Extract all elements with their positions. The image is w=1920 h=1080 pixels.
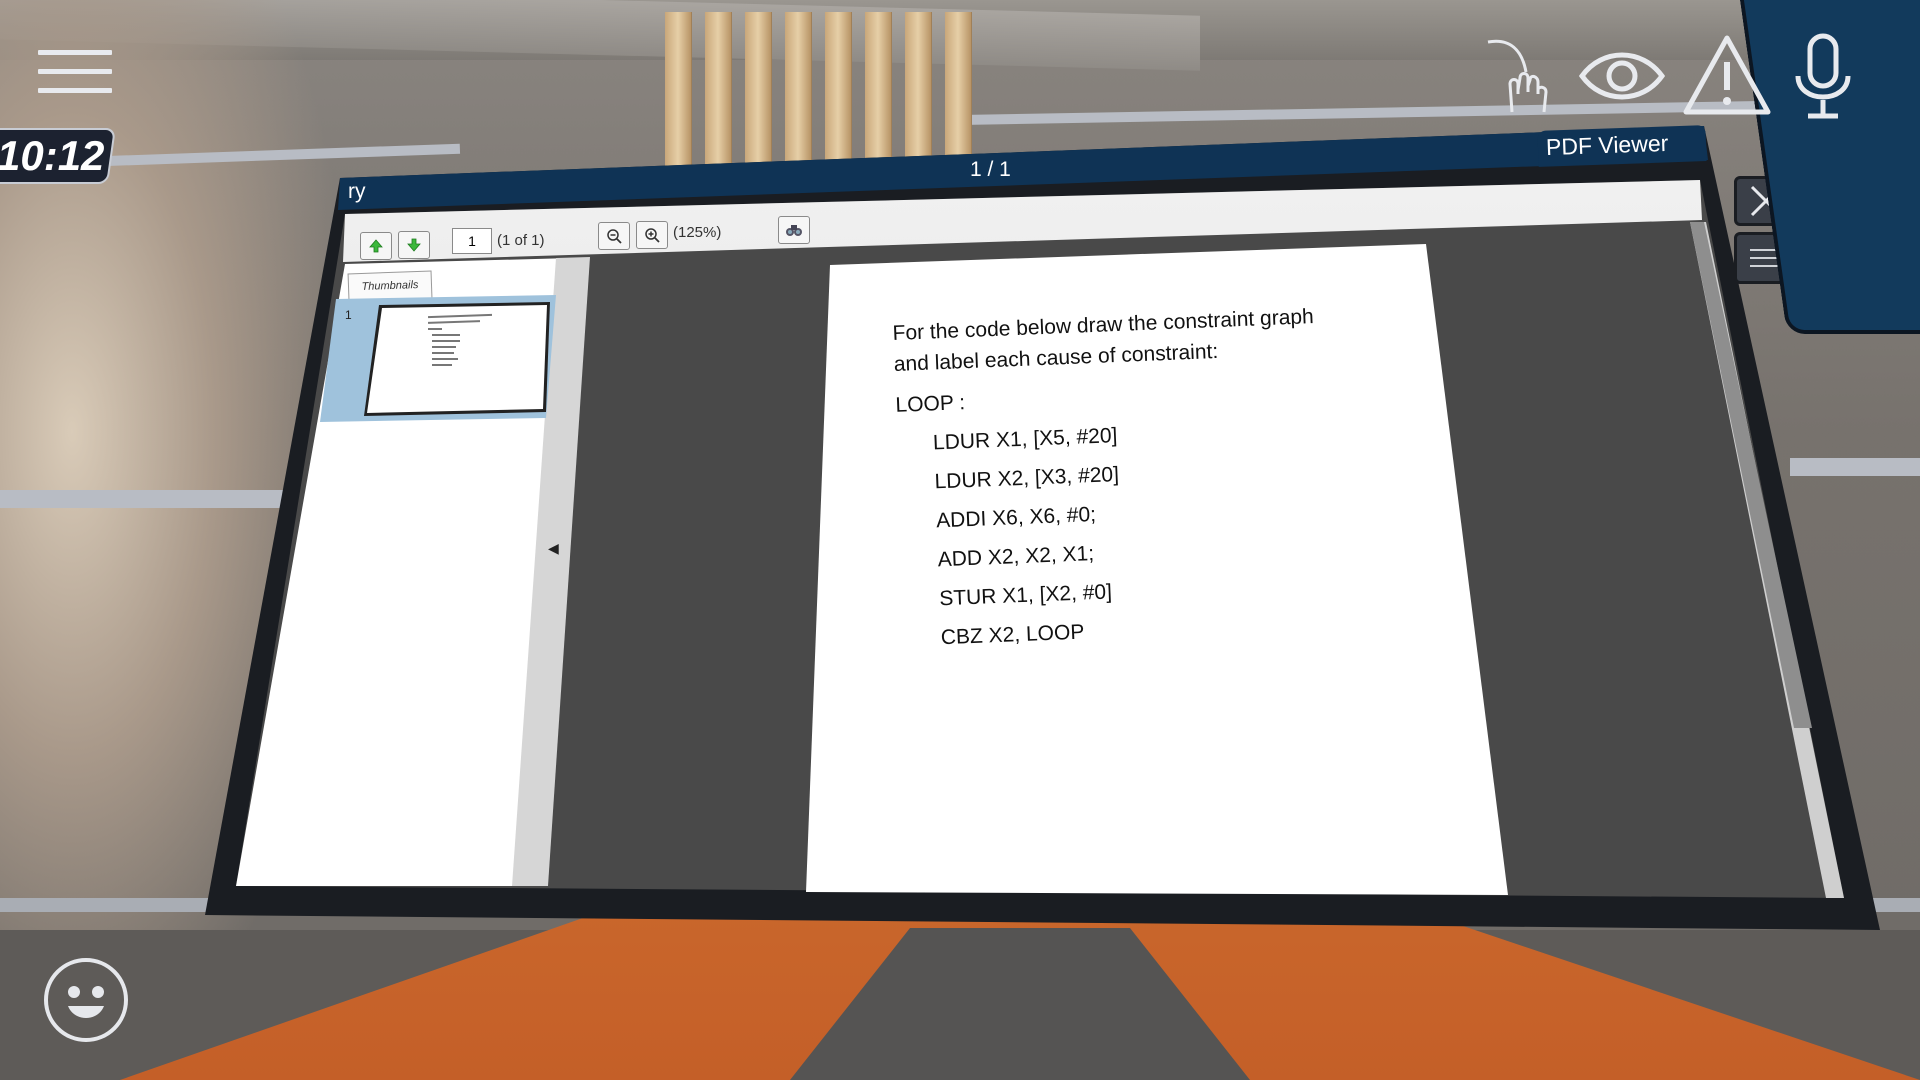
hand-raise-icon (1487, 39, 1548, 113)
zoom-level-label: (125%) (673, 224, 722, 241)
arrow-down-icon (407, 238, 421, 252)
previous-page-button[interactable] (360, 232, 392, 260)
slat (745, 12, 772, 172)
thumbnail-text-line (432, 352, 454, 354)
zoom-in-button[interactable] (636, 221, 668, 249)
pdf-window-title: ry (348, 180, 366, 203)
slat (905, 12, 932, 172)
thumbnail-text-line (432, 334, 460, 336)
page-number-input[interactable]: 1 (452, 228, 492, 254)
microphone-button[interactable] (1788, 32, 1858, 122)
clock-time: 10:12 (0, 132, 105, 179)
code-line: LDUR X1, [X5, #20] (932, 424, 1118, 455)
pdf-viewer-label: PDF Viewer (1545, 129, 1669, 161)
report-button[interactable] (1682, 32, 1772, 122)
zoom-out-button[interactable] (598, 222, 630, 250)
zoom-in-icon (645, 228, 660, 243)
warning-icon (1683, 35, 1771, 115)
tab-thumbnails[interactable]: Thumbnails (347, 270, 433, 301)
arrow-up-icon (369, 239, 383, 253)
slat (945, 12, 972, 172)
thumbnail-text-line (432, 346, 456, 348)
wall-rail-right (1790, 458, 1920, 476)
clock-badge: 10:12 (0, 128, 116, 184)
thumbnail-number: 1 (345, 308, 352, 322)
main-menu-button[interactable] (38, 50, 112, 100)
slat (825, 12, 852, 172)
collapse-sidebar-icon[interactable]: ◀ (548, 540, 559, 557)
code-line: ADD X2, X2, X1; (937, 542, 1095, 572)
zoom-out-icon (607, 229, 622, 244)
hand-raise-button[interactable] (1480, 32, 1560, 122)
thumbnail-text-line (432, 364, 452, 366)
page-count-label: (1 of 1) (497, 232, 545, 249)
pdf-page-indicator: 1 / 1 (970, 158, 1011, 181)
menu-icon-bar (38, 50, 112, 55)
code-line: LDUR X2, [X3, #20] (934, 463, 1120, 494)
binoculars-icon (786, 225, 802, 236)
emoji-icon (68, 986, 104, 1018)
eye-icon (1578, 52, 1666, 100)
thumbnail-text-line (432, 358, 458, 360)
slat (785, 12, 812, 172)
hud-toolbar (1480, 32, 1870, 122)
view-toggle-button[interactable] (1576, 32, 1668, 122)
find-button[interactable] (778, 216, 810, 244)
slat (865, 12, 892, 172)
thumbnail-text-line (428, 328, 442, 330)
code-line: ADDI X6, X6, #0; (935, 502, 1097, 533)
wood-slats (660, 12, 980, 172)
code-line: STUR X1, [X2, #0] (938, 580, 1113, 611)
menu-icon-bar (38, 88, 112, 93)
next-page-button[interactable] (398, 231, 430, 259)
microphone-icon (1795, 33, 1851, 119)
emoji-button[interactable] (44, 958, 128, 1042)
menu-icon-bar (38, 69, 112, 74)
slat (705, 12, 732, 172)
thumbnail-text-line (432, 340, 460, 342)
document-content: For the code below draw the constraint g… (892, 301, 1327, 655)
slat (665, 12, 692, 172)
